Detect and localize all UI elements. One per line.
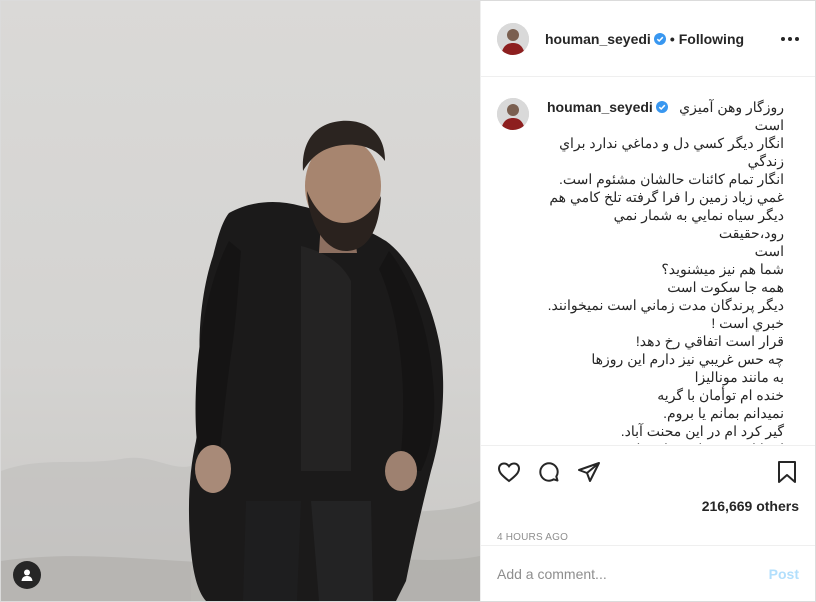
- caption-first-line: روزگار وهن آميزي: [679, 99, 784, 115]
- post-comment-button[interactable]: Post: [769, 566, 799, 582]
- caption-avatar[interactable]: [497, 98, 529, 130]
- caption-line: همه جا سكوت است: [667, 279, 784, 295]
- header-separator: •: [669, 30, 675, 47]
- caption-line: گير كرد ام در اين محنت آباد.: [620, 423, 784, 439]
- caption-line: شما هم نيز ميشنويد؟: [661, 261, 784, 277]
- caption-line: قرار است اتفاقي رخ دهد!: [635, 333, 784, 349]
- caption-line: چه حس غريبي نيز دارم اين روزها: [591, 351, 784, 367]
- verified-badge-icon: [655, 101, 668, 113]
- following-button[interactable]: Following: [679, 31, 744, 47]
- caption-row: houman_seyedi روزگار وهن آميزي است انگار …: [497, 98, 799, 444]
- add-comment-bar: Post: [481, 545, 815, 601]
- paper-plane-icon[interactable]: [577, 460, 601, 484]
- caption-line: انگار تمام كائنات حالشان مشئوم است.: [558, 171, 784, 187]
- more-options-icon[interactable]: [781, 36, 799, 41]
- caption-line: خنده ام توأمان با گريه: [657, 387, 784, 403]
- caption-line: نميدانم بمانم يا بروم.: [663, 405, 784, 421]
- comment-input[interactable]: [497, 565, 769, 582]
- user-tag-icon[interactable]: [13, 561, 41, 589]
- caption-username[interactable]: houman_seyedi: [547, 99, 653, 115]
- avatar[interactable]: [497, 22, 529, 55]
- caption-head: houman_seyedi روزگار وهن آميزي: [547, 98, 784, 116]
- heart-icon[interactable]: [497, 460, 521, 484]
- bookmark-icon[interactable]: [775, 460, 799, 484]
- post-modal: houman_seyedi • Following houman_seyedi …: [0, 0, 816, 602]
- caption-line: اچرا اين زمستان سياه تمام نميشود!: [547, 440, 784, 444]
- header-username[interactable]: houman_seyedi: [545, 31, 651, 47]
- post-timestamp: 4 HOURS AGO: [497, 532, 569, 543]
- caption-line: زندگي: [747, 153, 784, 169]
- post-image: [1, 1, 480, 601]
- caption-line: ديگر پرندگان مدت زماني است نميخوانند.: [547, 297, 784, 313]
- caption-line: غمي زياد زمين را فرا گرفته تلخ كامي هم: [549, 189, 784, 205]
- caption-line: خبري است !: [711, 315, 784, 331]
- post-photo[interactable]: [1, 1, 480, 601]
- caption-line: است: [754, 117, 784, 133]
- post-header: houman_seyedi • Following: [481, 1, 815, 77]
- post-sidebar: houman_seyedi • Following houman_seyedi …: [480, 1, 815, 601]
- verified-badge-icon: [653, 32, 666, 45]
- likes-count[interactable]: 216,669 others: [497, 498, 799, 514]
- caption-lines: است انگار ديگر كسي دل و دماغي ندارد براي ز…: [547, 116, 784, 444]
- caption-line: به مانند موناليزا: [694, 369, 784, 385]
- caption-text: houman_seyedi روزگار وهن آميزي است انگار …: [547, 98, 784, 444]
- caption-line: انگار ديگر كسي دل و دماغي ندارد براي: [559, 135, 784, 151]
- caption-line: است: [754, 243, 784, 259]
- comment-icon[interactable]: [537, 460, 561, 484]
- action-icons: [497, 446, 799, 498]
- caption-area: houman_seyedi روزگار وهن آميزي است انگار …: [481, 78, 815, 444]
- post-actions: 216,669 others 4 HOURS AGO: [481, 445, 815, 545]
- caption-line: ديگر سياه نمايي به شمار نمي رود،حقيقت: [609, 207, 784, 241]
